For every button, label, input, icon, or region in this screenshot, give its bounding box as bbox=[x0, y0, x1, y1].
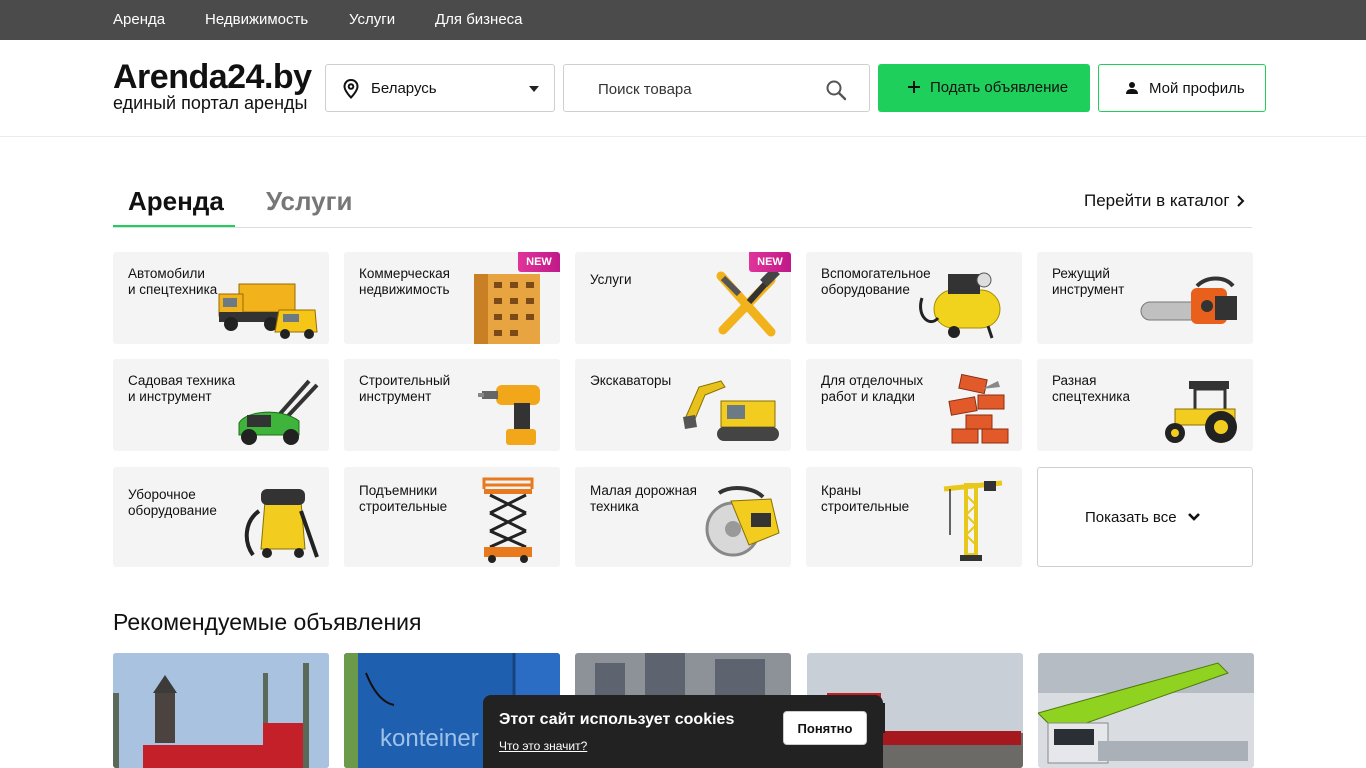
category-card-cranes[interactable]: Краны строительные bbox=[806, 467, 1022, 567]
search-input[interactable] bbox=[598, 77, 818, 101]
category-card-finishing[interactable]: Для отделочных работ и кладки bbox=[806, 359, 1022, 451]
region-label: Беларусь bbox=[371, 80, 437, 97]
category-card-construction-tools[interactable]: Строительный инструмент bbox=[344, 359, 560, 451]
tractor-icon bbox=[1165, 381, 1237, 443]
post-ad-label: Подать объявление bbox=[930, 79, 1069, 96]
category-label: Малая дорожная техника bbox=[590, 483, 697, 514]
top-navigation: Аренда Недвижимость Услуги Для бизнеса bbox=[0, 0, 1366, 40]
search-box bbox=[563, 64, 870, 112]
topnav-rent[interactable]: Аренда bbox=[113, 11, 165, 28]
user-icon bbox=[1126, 82, 1138, 94]
crane-truck-photo bbox=[1038, 653, 1254, 768]
new-badge: NEW bbox=[518, 252, 560, 272]
profile-button[interactable]: Мой профиль bbox=[1098, 64, 1266, 112]
truck-icon bbox=[218, 283, 318, 339]
category-label: Садовая техника и инструмент bbox=[128, 373, 236, 404]
category-card-vehicles[interactable]: Автомобили и спецтехника bbox=[113, 252, 329, 344]
topnav-realty[interactable]: Недвижимость bbox=[205, 11, 308, 28]
container-photo-caption: konteiner bbox=[380, 725, 479, 752]
category-card-auxiliary-equipment[interactable]: Вспомогательное оборудование bbox=[806, 252, 1022, 344]
category-card-lifts[interactable]: Подъемники строительные bbox=[344, 467, 560, 567]
catalog-link[interactable]: Перейти в каталог bbox=[1084, 191, 1245, 211]
scissor-lift-icon bbox=[482, 477, 534, 563]
lawnmower-icon bbox=[238, 379, 319, 445]
vacuum-icon bbox=[244, 489, 319, 558]
category-label: Коммерческая недвижимость bbox=[359, 266, 450, 297]
category-card-road-machinery[interactable]: Малая дорожная техника bbox=[575, 467, 791, 567]
catalog-link-label: Перейти в каталог bbox=[1084, 191, 1230, 210]
tab-services[interactable]: Услуги bbox=[266, 186, 352, 217]
search-icon[interactable] bbox=[825, 79, 847, 101]
building-icon bbox=[474, 274, 540, 344]
logo[interactable]: Arenda24.by bbox=[113, 57, 312, 97]
excavator-icon bbox=[683, 380, 779, 441]
site-header: Arenda24.by единый портал аренды Беларус… bbox=[0, 40, 1366, 137]
listing-card[interactable] bbox=[1038, 653, 1254, 768]
show-all-label: Показать все bbox=[1085, 509, 1177, 526]
location-pin-icon bbox=[343, 79, 359, 99]
category-card-cutting-tools[interactable]: Режущий инструмент bbox=[1037, 252, 1253, 344]
chainsaw-icon bbox=[1140, 276, 1237, 324]
cookie-banner: Этот сайт использует cookies Что это зна… bbox=[483, 695, 883, 768]
category-label: Разная спецтехника bbox=[1052, 373, 1131, 404]
category-card-garden[interactable]: Садовая техника и инструмент bbox=[113, 359, 329, 451]
category-label: Строительный инструмент bbox=[359, 373, 451, 404]
category-label: Подъемники строительные bbox=[359, 483, 448, 514]
tools-icon bbox=[716, 267, 780, 337]
truck-photo bbox=[113, 653, 329, 768]
category-label: Вспомогательное оборудование bbox=[821, 266, 931, 297]
drill-icon bbox=[478, 385, 540, 445]
recommended-title: Рекомендуемые объявления bbox=[113, 609, 422, 635]
category-card-cleaning[interactable]: Уборочное оборудование bbox=[113, 467, 329, 567]
category-card-commercial-realty[interactable]: Коммерческая недвижимость NEW bbox=[344, 252, 560, 344]
post-ad-button[interactable]: Подать объявление bbox=[878, 64, 1090, 112]
plus-icon bbox=[908, 81, 920, 93]
category-label: Краны строительные bbox=[821, 483, 910, 514]
cookie-accept-button[interactable]: Понятно bbox=[783, 711, 867, 745]
category-label: Услуги bbox=[590, 272, 632, 287]
category-label: Уборочное оборудование bbox=[128, 487, 217, 518]
bricks-icon bbox=[948, 373, 1009, 444]
road-saw-icon bbox=[705, 486, 780, 557]
category-card-services[interactable]: Услуги NEW bbox=[575, 252, 791, 344]
category-card-special-machinery[interactable]: Разная спецтехника bbox=[1037, 359, 1253, 451]
new-badge: NEW bbox=[749, 252, 791, 272]
show-all-button[interactable]: Показать все bbox=[1037, 467, 1253, 567]
chevron-right-icon bbox=[1237, 195, 1245, 207]
chevron-down-icon bbox=[1188, 513, 1200, 521]
crane-icon bbox=[943, 480, 1003, 561]
profile-label: Мой профиль bbox=[1149, 80, 1245, 97]
cookie-info-link[interactable]: Что это значит? bbox=[499, 739, 587, 753]
chevron-down-icon bbox=[529, 86, 539, 92]
category-label: Для отделочных работ и кладки bbox=[821, 373, 924, 404]
logo-subtitle: единый портал аренды bbox=[113, 93, 308, 113]
topnav-business[interactable]: Для бизнеса bbox=[435, 11, 523, 28]
cookie-title: Этот сайт использует cookies bbox=[499, 711, 735, 728]
compressor-icon bbox=[919, 272, 1001, 339]
tabs-divider bbox=[113, 227, 1252, 228]
region-select[interactable]: Беларусь bbox=[325, 64, 555, 112]
listing-card[interactable] bbox=[113, 653, 329, 768]
category-card-excavators[interactable]: Экскаваторы bbox=[575, 359, 791, 451]
tab-rent[interactable]: Аренда bbox=[128, 186, 224, 217]
topnav-services[interactable]: Услуги bbox=[349, 11, 395, 28]
